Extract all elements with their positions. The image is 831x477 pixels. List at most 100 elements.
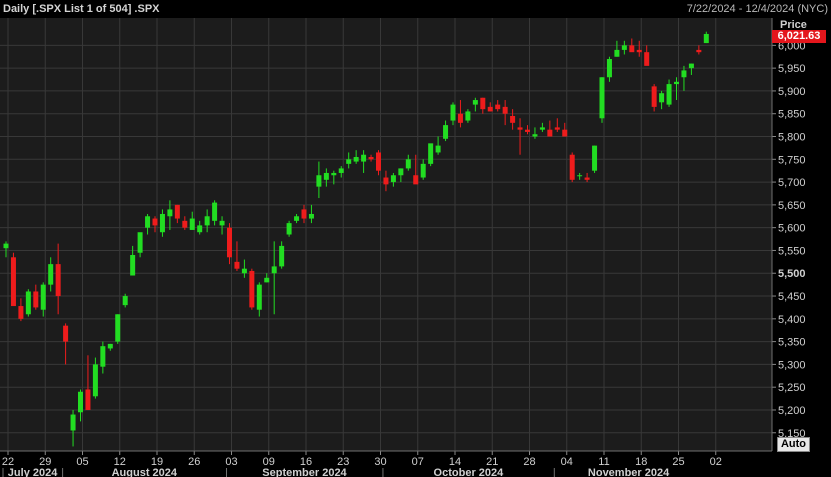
candle-body [3, 243, 9, 249]
candle-body [122, 296, 128, 306]
candle-body [219, 220, 225, 226]
y-tick-label: 5,450 [778, 291, 806, 303]
candle-body [703, 33, 709, 44]
candle-body [457, 113, 463, 123]
candle-body [18, 306, 24, 319]
candle [25, 289, 31, 317]
candle-body [249, 270, 255, 308]
candle-body [130, 255, 136, 276]
candle-body [621, 45, 627, 50]
candle-body [688, 63, 694, 69]
candle-body [346, 159, 352, 164]
candle-body [264, 277, 270, 283]
candle-body [338, 168, 344, 173]
candle-body [517, 127, 523, 130]
candle-body [279, 245, 285, 267]
candle-body [614, 49, 620, 57]
candle-body [234, 261, 240, 269]
y-tick-label: 5,500 [778, 268, 806, 280]
y-tick-label: 5,350 [778, 337, 806, 349]
candle-body [562, 129, 568, 137]
candle-body [308, 213, 314, 219]
candle-body [629, 45, 635, 53]
candle-body [398, 168, 404, 176]
candle-body [495, 104, 501, 110]
candle-body [681, 70, 687, 78]
candle-body [137, 232, 143, 253]
candle-body [25, 291, 31, 315]
candle-body [390, 175, 396, 183]
candle-body [480, 97, 486, 110]
candle-body [532, 134, 538, 137]
y-tick-label: 5,550 [778, 245, 806, 257]
candle-body [577, 175, 583, 177]
x-day-label: 03 [225, 456, 237, 468]
last-price-badge: 6,021.63 [772, 30, 826, 43]
candle-body [167, 209, 173, 217]
candle-body [450, 104, 456, 121]
candle [428, 143, 434, 167]
candle-body [197, 225, 203, 233]
candle [599, 77, 605, 123]
candle-body [636, 49, 642, 53]
y-tick-label: 5,400 [778, 314, 806, 326]
candle-body [256, 284, 262, 310]
candle-body [539, 127, 545, 130]
candle [286, 220, 292, 237]
y-tick-label: 5,800 [778, 132, 806, 144]
candle-body [584, 177, 590, 180]
candle-body [569, 154, 575, 180]
candle-body [174, 204, 180, 219]
candle-body [420, 163, 426, 178]
candle-body [33, 291, 39, 308]
candle-body [443, 125, 449, 139]
y-tick-label: 5,300 [778, 359, 806, 371]
candle-body [547, 129, 553, 137]
candle-body [70, 414, 76, 431]
candle-body [659, 93, 665, 103]
candle-body [644, 52, 650, 66]
y-tick-label: 5,900 [778, 86, 806, 98]
candle-body [405, 159, 411, 169]
candle-body [651, 86, 657, 107]
candle-body [502, 106, 508, 114]
y-tick-label: 5,250 [778, 382, 806, 394]
y-tick-label: 5,200 [778, 405, 806, 417]
candle-body [63, 325, 69, 342]
candle-body [48, 264, 54, 285]
candle [569, 152, 575, 183]
y-tick-label: 5,750 [778, 154, 806, 166]
x-day-label: 02 [710, 456, 722, 468]
auto-scale-button[interactable]: Auto [777, 437, 810, 452]
candle-body [10, 257, 16, 307]
month-label: October 2024 [434, 467, 505, 477]
candle-body [301, 209, 307, 219]
candle-body [241, 268, 247, 274]
candle-body [107, 343, 113, 349]
candle-body [212, 202, 218, 221]
candle-body [361, 154, 367, 162]
plot-area [0, 18, 772, 451]
candle-body [606, 59, 612, 78]
x-day-label: 07 [412, 456, 424, 468]
candle-body [376, 152, 381, 171]
x-day-label: 04 [561, 456, 573, 468]
x-day-label: 28 [523, 456, 535, 468]
candle-body [487, 106, 493, 112]
candle-body [55, 264, 61, 297]
candle-body [413, 175, 419, 185]
candle [10, 252, 16, 307]
candle-body [592, 145, 598, 171]
candle-body [189, 218, 195, 230]
candle-body [286, 223, 292, 235]
candlestick-chart[interactable]: 5,1505,2005,2505,3005,3505,4005,4505,500… [0, 0, 831, 477]
candle-body [368, 157, 374, 160]
candle-body [115, 314, 121, 342]
y-tick-label: 5,950 [778, 63, 806, 75]
candle-body [182, 220, 188, 228]
candle-body [599, 77, 605, 119]
candle-body [525, 129, 530, 132]
candle-body [227, 227, 232, 258]
candle-body [78, 391, 83, 413]
candle-body [271, 266, 277, 274]
